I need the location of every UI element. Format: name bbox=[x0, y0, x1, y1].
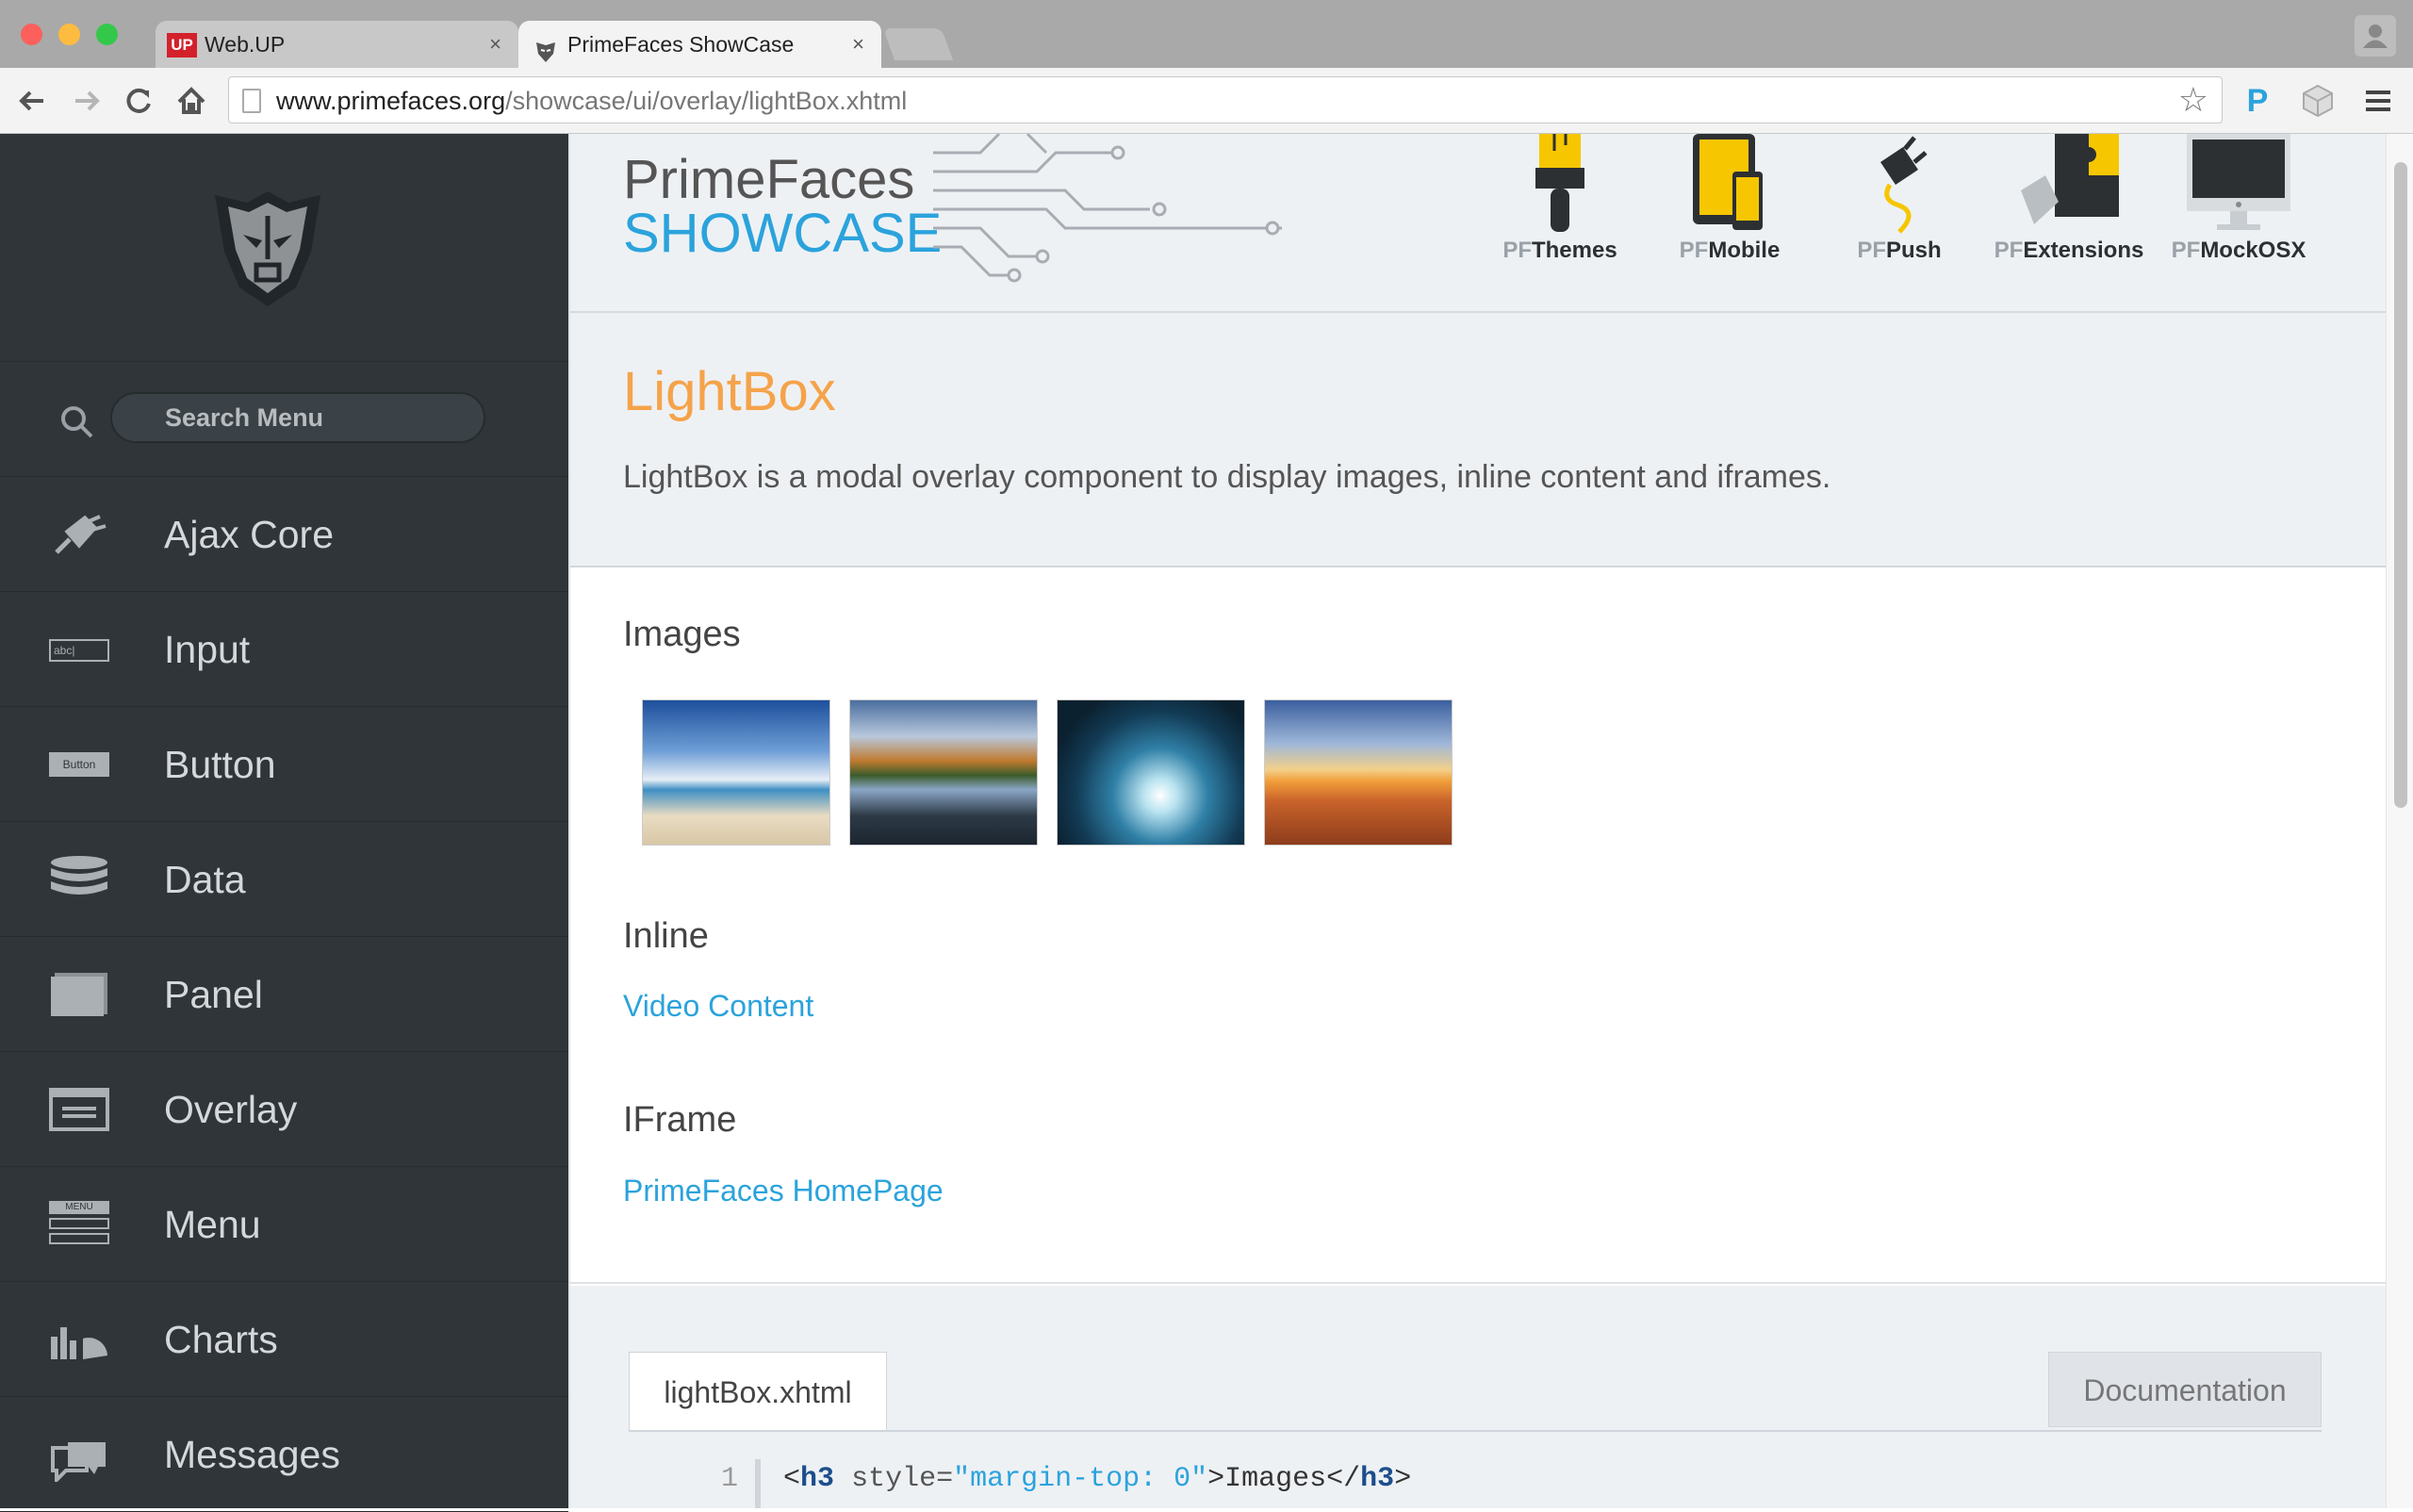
tablet-phone-icon bbox=[1693, 134, 1763, 230]
paint-brush-icon bbox=[1535, 134, 1584, 232]
code-tab-divider bbox=[629, 1430, 2322, 1432]
page-scrollbar[interactable] bbox=[2386, 134, 2413, 1508]
page-description: LightBox is a modal overlay component to… bbox=[623, 459, 1831, 495]
thumbnail-sunset[interactable] bbox=[1264, 699, 1453, 846]
overlay-icon bbox=[49, 1088, 109, 1131]
button-icon: Button bbox=[49, 752, 109, 777]
input-icon: abc| bbox=[49, 639, 109, 662]
browser-tab-bar: UP Web.UP × PrimeFaces ShowCase × bbox=[0, 0, 2413, 68]
sidebar-item-label: Menu bbox=[164, 1203, 261, 1246]
sidebar-item-label: Button bbox=[164, 743, 276, 786]
primefaces-favicon-icon bbox=[533, 33, 558, 62]
menu-search-row: Search Menu bbox=[0, 362, 568, 477]
brand-showcase: SHOWCASE bbox=[623, 203, 943, 264]
chart-icon bbox=[51, 1327, 107, 1359]
main-content: PrimeFaces SHOWCASE PFThemes PFMobile PF… bbox=[568, 134, 2388, 1508]
pf-label: PFThemes bbox=[1502, 238, 1617, 263]
code-line: 1 <h3 style="margin-top: 0">Images</h3> bbox=[721, 1463, 1412, 1495]
webup-favicon-icon: UP bbox=[167, 33, 197, 58]
sidebar-item-label: Panel bbox=[164, 973, 263, 1016]
close-tab-icon[interactable]: × bbox=[489, 21, 501, 68]
panel-icon bbox=[51, 973, 107, 1016]
close-window-button[interactable] bbox=[21, 24, 42, 45]
tab-title: PrimeFaces ShowCase bbox=[567, 32, 795, 57]
source-code-section: lightBox.xhtml Documentation 1 <h3 style… bbox=[570, 1286, 2388, 1508]
thumbnail-lake[interactable] bbox=[849, 699, 1038, 846]
images-heading: Images bbox=[623, 615, 741, 654]
primefaces-homepage-link[interactable]: PrimeFaces HomePage bbox=[623, 1174, 944, 1208]
thumbnail-sky[interactable] bbox=[1057, 699, 1245, 846]
tab-source-file[interactable]: lightBox.xhtml bbox=[629, 1352, 887, 1431]
puzzle-icon bbox=[2021, 134, 2119, 224]
pf-label: PFPush bbox=[1857, 238, 1942, 263]
new-tab-button[interactable] bbox=[882, 28, 954, 60]
intro-section: LightBox LightBox is a modal overlay com… bbox=[570, 313, 2386, 567]
pf-label: PFExtensions bbox=[1994, 238, 2144, 263]
sidebar-item-input[interactable]: abc| Input bbox=[0, 592, 568, 707]
sidebar-item-data[interactable]: Data bbox=[0, 822, 568, 937]
tab-title: Web.UP bbox=[205, 32, 286, 57]
sidebar-item-label: Overlay bbox=[164, 1088, 298, 1131]
inline-heading: Inline bbox=[623, 916, 709, 956]
url-text[interactable]: www.primefaces.org/showcase/ui/overlay/l… bbox=[276, 77, 907, 124]
browser-toolbar: www.primefaces.org/showcase/ui/overlay/l… bbox=[0, 68, 2413, 134]
address-bar[interactable]: www.primefaces.org/showcase/ui/overlay/l… bbox=[228, 76, 2223, 123]
sidebar-item-panel[interactable]: Panel bbox=[0, 937, 568, 1052]
pf-label: PFMockOSX bbox=[2171, 238, 2306, 263]
sidebar-item-overlay[interactable]: Overlay bbox=[0, 1052, 568, 1167]
monitor-icon bbox=[2187, 134, 2290, 230]
tab-primefaces-showcase[interactable]: PrimeFaces ShowCase × bbox=[518, 21, 881, 68]
sidebar-item-label: Charts bbox=[164, 1318, 278, 1361]
menu-icon: MENU bbox=[49, 1201, 109, 1248]
reload-icon[interactable] bbox=[117, 79, 160, 123]
sidebar-item-label: Data bbox=[164, 858, 246, 901]
maximize-window-button[interactable] bbox=[96, 24, 118, 45]
video-content-link[interactable]: Video Content bbox=[623, 989, 813, 1024]
sidebar-logo-area bbox=[0, 134, 568, 362]
scrollbar-thumb[interactable] bbox=[2394, 162, 2407, 808]
database-icon bbox=[51, 856, 107, 895]
extension-p-icon[interactable]: P bbox=[2236, 79, 2279, 123]
sidebar-item-label: Ajax Core bbox=[164, 513, 335, 556]
sidebar-item-charts[interactable]: Charts bbox=[0, 1282, 568, 1397]
iframe-heading: IFrame bbox=[623, 1100, 737, 1140]
tab-webup[interactable]: UP Web.UP × bbox=[156, 21, 518, 68]
minimize-window-button[interactable] bbox=[58, 24, 80, 45]
forward-icon[interactable] bbox=[64, 79, 107, 123]
sidebar-item-button[interactable]: Button Button bbox=[0, 707, 568, 822]
page-title: LightBox bbox=[623, 361, 836, 422]
extension-cube-icon[interactable] bbox=[2296, 79, 2339, 123]
pf-extensions-link[interactable]: PFExtensions bbox=[1984, 134, 2154, 313]
sidebar-item-label: Messages bbox=[164, 1433, 340, 1476]
showcase-header: PrimeFaces SHOWCASE PFThemes PFMobile PF… bbox=[570, 134, 2386, 313]
tab-documentation[interactable]: Documentation bbox=[2048, 1352, 2322, 1427]
page-icon bbox=[242, 89, 261, 113]
back-icon[interactable] bbox=[11, 79, 55, 123]
pf-mockosx-link[interactable]: PFMockOSX bbox=[2154, 134, 2323, 313]
sidebar-item-menu[interactable]: MENU Menu bbox=[0, 1167, 568, 1282]
bookmark-star-icon[interactable]: ☆ bbox=[2178, 83, 2208, 117]
demo-section: Images Inline Video Content IFrame Prime… bbox=[570, 567, 2386, 1284]
search-icon bbox=[61, 406, 93, 438]
sidebar: Search Menu Ajax Core abc| Input Button … bbox=[0, 134, 568, 1512]
browser-menu-icon[interactable] bbox=[2356, 79, 2400, 123]
pf-themes-link[interactable]: PFThemes bbox=[1475, 134, 1645, 313]
thumbnail-beach[interactable] bbox=[642, 699, 830, 846]
plug-icon bbox=[55, 515, 107, 554]
sidebar-item-ajax-core[interactable]: Ajax Core bbox=[0, 477, 568, 592]
sidebar-item-messages[interactable]: Messages bbox=[0, 1397, 568, 1512]
messages-icon bbox=[51, 1442, 106, 1482]
profile-icon[interactable] bbox=[2355, 15, 2396, 57]
close-tab-icon[interactable]: × bbox=[852, 21, 864, 68]
pf-push-link[interactable]: PFPush bbox=[1814, 134, 1984, 313]
plug-push-icon bbox=[1880, 136, 1928, 234]
pf-label: PFMobile bbox=[1679, 238, 1781, 263]
search-menu-input[interactable]: Search Menu bbox=[110, 392, 485, 443]
primefaces-logo-icon[interactable] bbox=[209, 186, 326, 308]
pf-mobile-link[interactable]: PFMobile bbox=[1645, 134, 1814, 313]
home-icon[interactable] bbox=[170, 79, 213, 123]
sidebar-item-label: Input bbox=[164, 628, 251, 671]
circuit-decoration-icon bbox=[933, 134, 1282, 283]
